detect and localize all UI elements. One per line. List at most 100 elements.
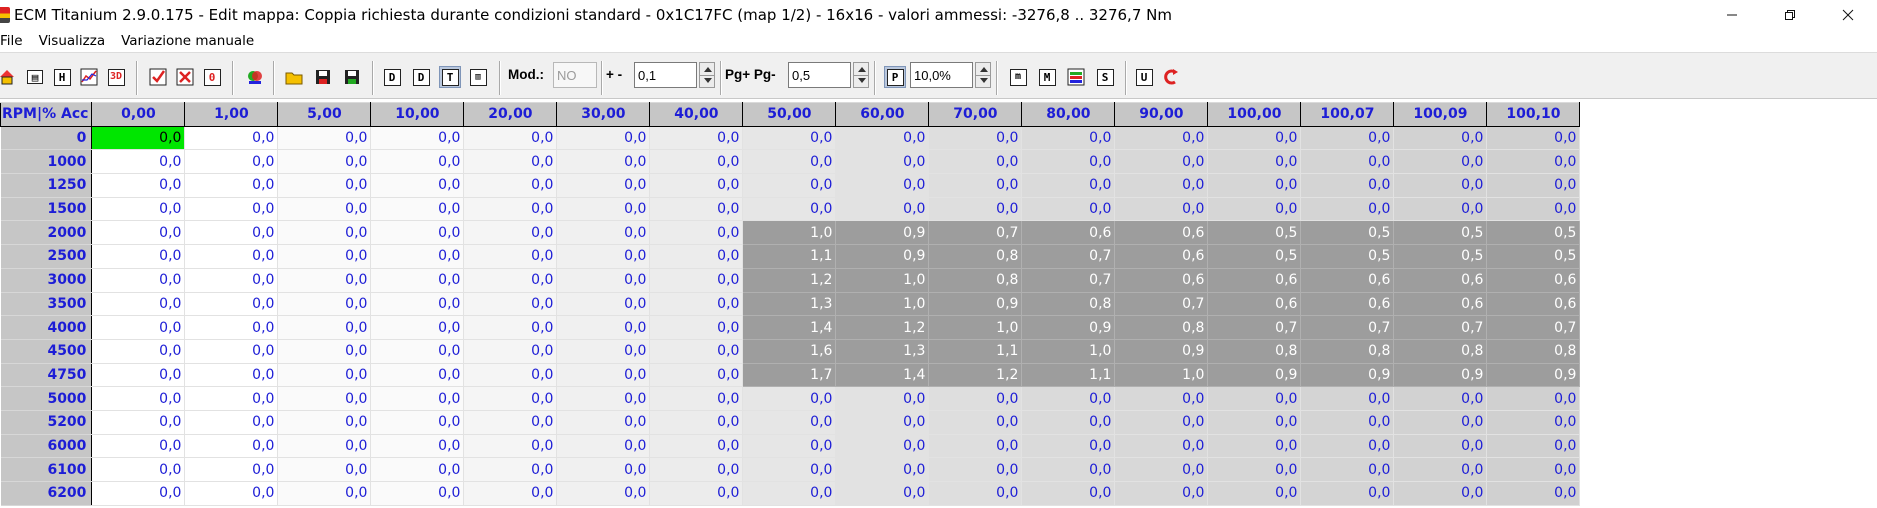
- map-cell[interactable]: 0,0: [463, 386, 558, 411]
- menu-file[interactable]: File: [0, 33, 31, 49]
- map-cell[interactable]: 0,0: [463, 268, 558, 293]
- percent-mode-icon[interactable]: P: [884, 66, 906, 88]
- row-header[interactable]: 0: [0, 126, 93, 151]
- map-cell[interactable]: 0,9: [835, 220, 930, 246]
- map-cell[interactable]: 0,6: [1393, 268, 1488, 293]
- map-cell[interactable]: 0,0: [463, 126, 558, 151]
- map-cell[interactable]: 0,9: [928, 292, 1023, 317]
- map-cell[interactable]: 0,8: [1114, 315, 1209, 340]
- map-cell[interactable]: 0,0: [742, 434, 837, 459]
- map-cell[interactable]: 0,0: [277, 220, 372, 246]
- map-cell[interactable]: 0,0: [1300, 481, 1395, 506]
- map-cell[interactable]: 0,0: [1486, 173, 1581, 198]
- map-cell[interactable]: 0,0: [1300, 457, 1395, 482]
- map-cell[interactable]: 1,2: [928, 363, 1023, 388]
- map-cell[interactable]: 0,6: [1114, 220, 1209, 246]
- map-cell[interactable]: 0,8: [1393, 339, 1488, 364]
- map-cell[interactable]: 0,5: [1393, 244, 1488, 269]
- menu-manual-variation[interactable]: Variazione manuale: [113, 33, 262, 49]
- map-cell[interactable]: 0,0: [91, 292, 186, 317]
- map-cell[interactable]: 0,0: [1207, 173, 1302, 198]
- map-cell[interactable]: 0,0: [649, 410, 744, 435]
- map-cell[interactable]: 0,0: [91, 386, 186, 411]
- column-header[interactable]: 100,10: [1486, 102, 1581, 127]
- row-header[interactable]: 4000: [0, 315, 93, 340]
- map-cell[interactable]: 0,0: [649, 363, 744, 388]
- row-header[interactable]: 1000: [0, 149, 93, 175]
- map-cell[interactable]: 0,0: [649, 386, 744, 411]
- map-cell[interactable]: 0,0: [277, 386, 372, 411]
- map-cell[interactable]: 0,7: [1021, 268, 1116, 293]
- map-cell[interactable]: 0,0: [277, 173, 372, 198]
- map-cell[interactable]: 0,0: [184, 268, 279, 293]
- row-header[interactable]: 3500: [0, 292, 93, 317]
- map-cell[interactable]: 0,0: [649, 244, 744, 269]
- map-cell[interactable]: 0,6: [1114, 268, 1209, 293]
- row-header[interactable]: 5000: [0, 386, 93, 411]
- map-cell[interactable]: 0,0: [1114, 410, 1209, 435]
- map-cell[interactable]: 0,0: [463, 220, 558, 246]
- map-cell[interactable]: 0,0: [1207, 434, 1302, 459]
- map-cell[interactable]: 0,0: [1393, 149, 1488, 175]
- map-icon[interactable]: [244, 66, 266, 88]
- map-cell[interactable]: 0,5: [1300, 220, 1395, 246]
- map-cell[interactable]: 0,0: [277, 126, 372, 151]
- map-cell[interactable]: 0,0: [463, 173, 558, 198]
- map-cell[interactable]: 1,0: [1021, 339, 1116, 364]
- map-cell[interactable]: 0,0: [1393, 410, 1488, 435]
- row-header[interactable]: 1250: [0, 173, 93, 198]
- map-cell[interactable]: 0,0: [463, 434, 558, 459]
- map-cell[interactable]: 0,0: [835, 481, 930, 506]
- s-view-icon[interactable]: S: [1094, 66, 1116, 88]
- column-header[interactable]: 100,09: [1393, 102, 1488, 127]
- map-cell[interactable]: 0,0: [556, 268, 651, 293]
- row-header[interactable]: 4750: [0, 363, 93, 388]
- restore-icon[interactable]: [1761, 0, 1819, 29]
- map-cell[interactable]: 0,0: [649, 197, 744, 222]
- map-cell[interactable]: 0,0: [91, 339, 186, 364]
- mod-field[interactable]: [553, 62, 597, 88]
- map-cell[interactable]: 0,0: [370, 126, 465, 151]
- open-folder-icon[interactable]: [283, 66, 305, 88]
- zero-icon[interactable]: 0: [201, 66, 223, 88]
- map-cell[interactable]: 0,0: [556, 220, 651, 246]
- map-cell[interactable]: 0,0: [91, 363, 186, 388]
- map-cell[interactable]: 1,4: [742, 315, 837, 340]
- map-cell[interactable]: 1,6: [742, 339, 837, 364]
- map-cell[interactable]: 0,0: [556, 244, 651, 269]
- page-step-spinner[interactable]: [853, 62, 869, 88]
- d-view-icon-1[interactable]: D: [381, 66, 403, 88]
- map-cell[interactable]: 0,8: [928, 244, 1023, 269]
- row-header[interactable]: 2000: [0, 220, 93, 246]
- column-header[interactable]: 30,00: [556, 102, 651, 127]
- map-cell[interactable]: 0,0: [1114, 173, 1209, 198]
- map-cell[interactable]: 0,0: [463, 410, 558, 435]
- map-cell[interactable]: 0,8: [1300, 339, 1395, 364]
- map-cell[interactable]: 0,0: [370, 315, 465, 340]
- map-cell[interactable]: 0,0: [277, 363, 372, 388]
- map-cell[interactable]: 0,0: [277, 481, 372, 506]
- map-cell[interactable]: 0,0: [370, 339, 465, 364]
- map-cell[interactable]: 0,0: [649, 220, 744, 246]
- row-header[interactable]: 6100: [0, 457, 93, 482]
- map-cell[interactable]: 0,0: [556, 363, 651, 388]
- map-cell[interactable]: 0,0: [91, 173, 186, 198]
- map-cell[interactable]: 0,0: [91, 149, 186, 175]
- map-cell[interactable]: 0,6: [1486, 268, 1581, 293]
- row-header[interactable]: 5200: [0, 410, 93, 435]
- map-cell[interactable]: 0,0: [928, 126, 1023, 151]
- map-cell[interactable]: 0,0: [835, 149, 930, 175]
- map-cell[interactable]: 0,0: [1393, 481, 1488, 506]
- map-cell[interactable]: 0,0: [556, 457, 651, 482]
- map-cell[interactable]: 0,0: [91, 434, 186, 459]
- map-cell[interactable]: 0,0: [742, 410, 837, 435]
- map-cell[interactable]: 0,0: [835, 386, 930, 411]
- map-cell[interactable]: 0,5: [1207, 220, 1302, 246]
- column-header[interactable]: 60,00: [835, 102, 930, 127]
- map-cell[interactable]: 0,0: [370, 457, 465, 482]
- map-cell[interactable]: 0,0: [1021, 434, 1116, 459]
- map-cell[interactable]: 0,0: [277, 292, 372, 317]
- map-cell[interactable]: 0,6: [1300, 292, 1395, 317]
- map-cell[interactable]: 0,5: [1486, 244, 1581, 269]
- map-cell[interactable]: 0,0: [1486, 126, 1581, 151]
